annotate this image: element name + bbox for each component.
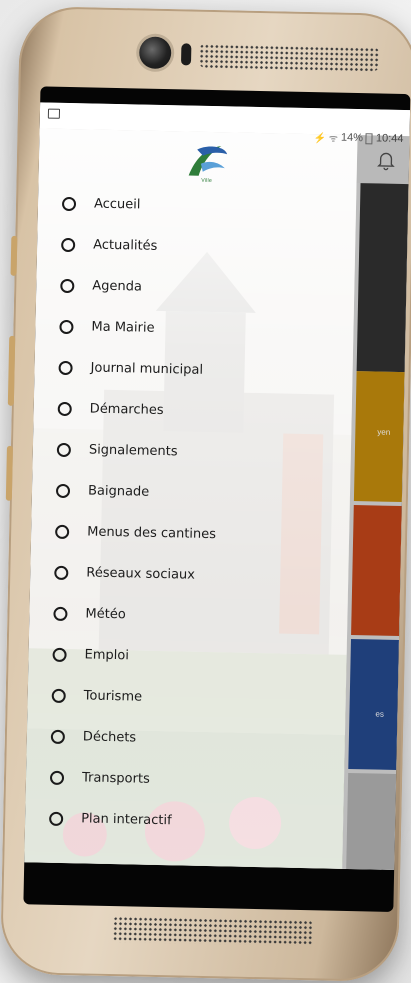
earpiece-speaker (198, 43, 380, 72)
town-hall-icon (59, 319, 74, 334)
phone-frame: ⚡ ᯤ 14% 10:44 yen es Ville Accueil Actua… (0, 5, 411, 983)
power-button (5, 445, 13, 501)
clock: 10:44 (375, 132, 404, 145)
menu-item-label: Baignade (87, 483, 150, 500)
menu-item-reseaux-sociaux[interactable]: Réseaux sociaux (30, 551, 349, 599)
drawer-menu: Accueil Actualités Agenda Ma Mairie Jour… (25, 182, 357, 845)
map-icon (49, 811, 64, 826)
image-notification-icon (47, 108, 61, 119)
app-tile-blue[interactable]: es (348, 639, 399, 770)
menu-item-tourisme[interactable]: Tourisme (27, 674, 346, 722)
menu-item-label: Ma Mairie (91, 319, 155, 336)
social-icon (54, 565, 69, 580)
menu-item-demarches[interactable]: Démarches (33, 387, 352, 435)
weather-icon (53, 606, 68, 621)
menu-item-label: Météo (85, 606, 126, 623)
navigation-drawer: Ville Accueil Actualités Agenda Ma Mairi… (24, 128, 358, 869)
logo-text: Ville (201, 178, 212, 184)
volume-down-button (7, 335, 16, 406)
menu-item-label: Agenda (92, 278, 143, 295)
menu-item-dechets[interactable]: Déchets (26, 715, 345, 763)
menu-item-transports[interactable]: Transports (26, 756, 345, 804)
news-icon (61, 237, 76, 252)
menu-item-label: Déchets (82, 729, 137, 746)
menu-item-label: Emploi (84, 647, 130, 664)
battery-level: 14% (340, 131, 364, 145)
menu-icon (55, 524, 70, 539)
city-logo[interactable]: Ville (180, 139, 233, 184)
info-icon (57, 401, 72, 416)
app-tile-grey[interactable] (346, 772, 397, 870)
menu-item-label: Signalements (88, 442, 178, 460)
alert-icon (56, 442, 72, 457)
menu-item-actualites[interactable]: Actualités (37, 223, 356, 271)
menu-item-ma-mairie[interactable]: Ma Mairie (35, 305, 354, 353)
bottom-speaker (112, 916, 314, 947)
app-tile-gold[interactable]: yen (353, 371, 405, 503)
app-tile-red[interactable] (351, 505, 402, 637)
menu-item-label: Tourisme (83, 688, 143, 705)
bell-icon[interactable] (377, 149, 395, 171)
calendar-icon (60, 278, 75, 293)
menu-item-label: Démarches (89, 401, 164, 419)
display: ⚡ ᯤ 14% 10:44 yen es Ville Accueil Actua… (24, 102, 411, 870)
swimming-icon (55, 483, 71, 498)
menu-item-label: Réseaux sociaux (86, 565, 196, 583)
home-icon (61, 196, 77, 211)
menu-item-label: Plan interactif (81, 811, 172, 829)
menu-item-meteo[interactable]: Météo (29, 592, 348, 640)
transport-icon (49, 770, 65, 785)
job-icon (52, 647, 67, 662)
menu-item-menus-des-cantines[interactable]: Menus des cantines (31, 510, 350, 558)
volume-up-button (10, 235, 18, 276)
menu-item-journal-municipal[interactable]: Journal municipal (34, 346, 353, 394)
proximity-sensor (180, 43, 192, 66)
menu-item-label: Transports (81, 770, 150, 787)
journal-icon (58, 360, 73, 375)
battery-icon (365, 132, 374, 144)
menu-item-signalements[interactable]: Signalements (32, 428, 351, 476)
menu-item-label: Accueil (93, 196, 141, 213)
menu-item-agenda[interactable]: Agenda (36, 264, 355, 312)
menu-item-emploi[interactable]: Emploi (28, 633, 347, 681)
menu-item-accueil[interactable]: Accueil (38, 182, 357, 230)
tile-text: es (375, 709, 384, 719)
screen: ⚡ ᯤ 14% 10:44 yen es Ville Accueil Actua… (23, 86, 411, 912)
menu-item-plan-interactif[interactable]: Plan interactif (25, 797, 344, 845)
app-hero-tile[interactable] (356, 183, 409, 373)
menu-item-baignade[interactable]: Baignade (32, 469, 351, 517)
front-camera (138, 36, 172, 70)
menu-item-label: Actualités (93, 237, 158, 254)
menu-item-label: Journal municipal (90, 360, 204, 378)
tourism-icon (51, 688, 66, 703)
waste-icon (50, 729, 66, 744)
tile-text: yen (377, 427, 391, 437)
menu-item-label: Menus des cantines (87, 524, 217, 543)
status-icons: ⚡ ᯤ (313, 133, 339, 145)
